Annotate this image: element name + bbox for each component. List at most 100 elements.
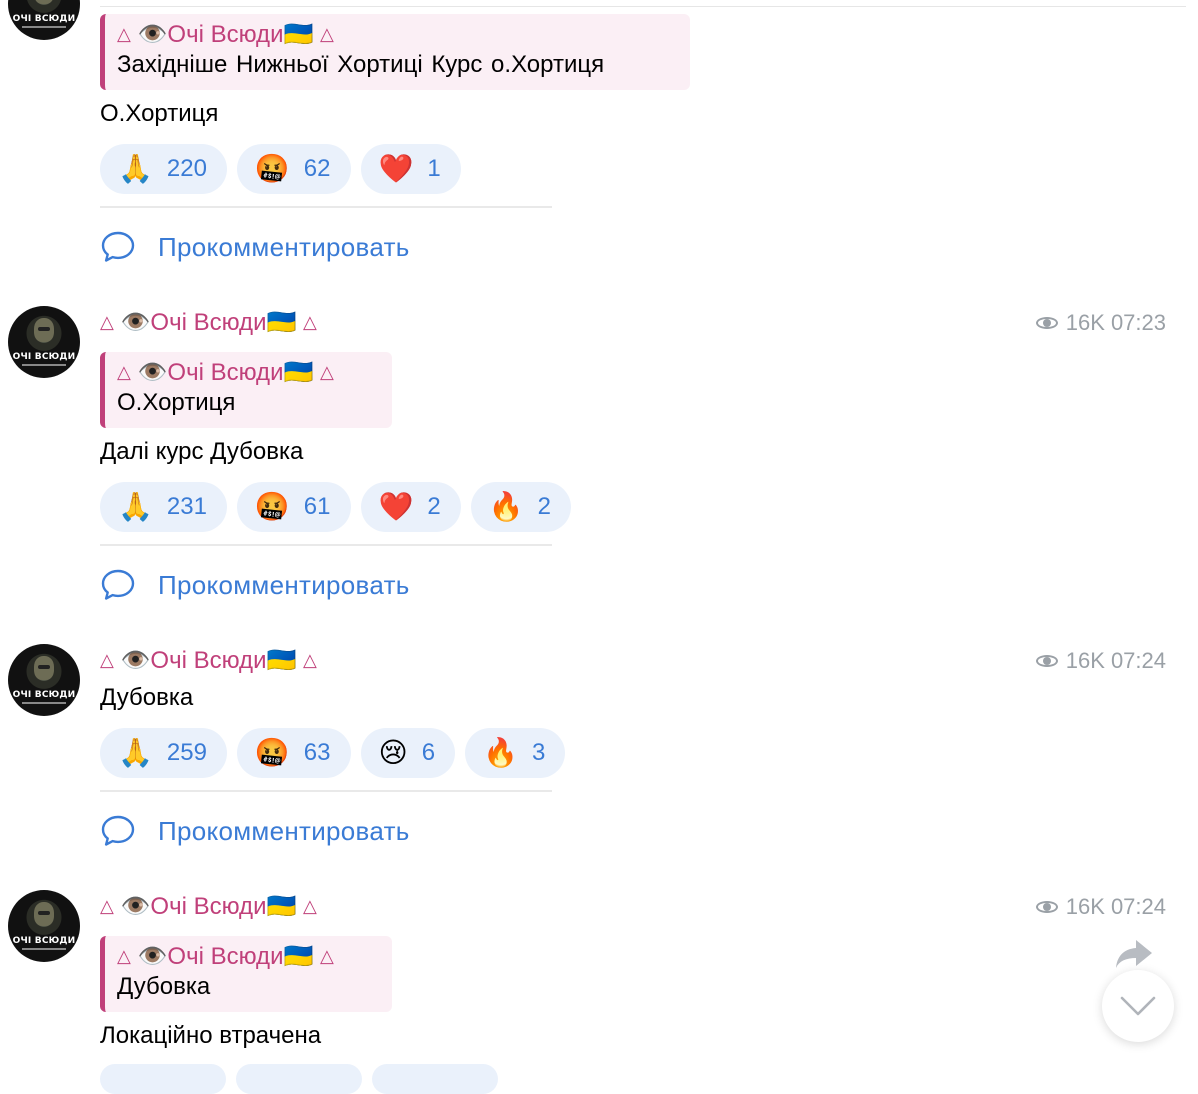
share-icon[interactable] [1114,938,1154,970]
triangle-icon: △ [320,24,334,44]
triangle-icon: △ [303,650,317,670]
eye-emoji-icon: 👁️ [137,21,168,48]
channel-avatar[interactable]: ОЧІ ВСЮДИ [8,0,80,40]
post-time: 07:23 [1110,310,1166,335]
channel-avatar[interactable]: ОЧІ ВСЮДИ [8,644,80,716]
avatar-label: ОЧІ ВСЮДИ [12,352,76,362]
avatar-label: ОЧІ ВСЮДИ [12,690,76,700]
scroll-down-button[interactable] [1102,970,1174,1042]
reaction-count: 63 [303,739,331,766]
quote-text: Західніше Нижньої Хортиці Курс о.Хортиця [117,51,605,78]
reaction-heart[interactable]: ❤️ 1 [360,144,461,194]
quote-author: △ 👁️ Очі Всюди 🇺🇦 △ [117,358,378,387]
triangle-icon: △ [117,24,131,44]
reply-quote[interactable]: △ 👁️ Очі Всюди 🇺🇦 △ Західніше Нижньої Хорт… [100,14,690,90]
quote-author-name: Очі Всюди [167,20,284,48]
view-count: 16K [1065,894,1105,919]
fire-emoji-icon: 🔥 [488,490,524,523]
reaction-heart[interactable]: ❤️ 2 [360,482,461,532]
avatar-figure-eyes [38,665,50,669]
pray-emoji-icon: 🙏 [118,152,153,185]
quote-author-name: Очі Всюди [167,942,284,970]
ukraine-flag-icon: 🇺🇦 [283,943,314,970]
triangle-icon: △ [100,896,114,916]
channel-avatar[interactable]: ОЧІ ВСЮДИ [8,306,80,378]
reaction-partial[interactable] [100,1064,226,1094]
reaction-fire[interactable]: 🔥 2 [470,482,571,532]
reactions-bar: 🙏 231 🤬 61 ❤️ 2 🔥 2 [100,482,571,532]
quote-text: О.Хортиця [117,389,236,416]
reaction-partial[interactable] [372,1064,498,1094]
heart-emoji-icon: ❤️ [378,490,414,523]
avatar-underline [22,364,66,366]
comment-label: Прокомментировать [158,231,410,262]
triangle-icon: △ [320,362,334,382]
author-name: Очі Всюди [150,646,267,674]
eye-emoji-icon: 👁️ [120,309,151,336]
message-text: Дубовка [100,684,194,711]
reaction-pray[interactable]: 🙏 220 [100,144,227,194]
reaction-pray[interactable]: 🙏 259 [100,728,227,778]
avatar-label: ОЧІ ВСЮДИ [12,14,76,24]
views-eye-icon [1035,315,1060,331]
post-author[interactable]: △ 👁️ Очі Всюди 🇺🇦 △ [100,308,317,337]
avatar-figure [34,0,54,4]
crying-face-emoji-icon: 😢 [378,736,408,769]
post-author[interactable]: △ 👁️ Очі Всюди 🇺🇦 △ [100,646,317,675]
reaction-count: 6 [421,739,436,766]
post-meta: 16K 07:23 [1035,310,1166,336]
reaction-cursing[interactable]: 🤬 63 [236,728,351,778]
reaction-fire[interactable]: 🔥 3 [465,728,566,778]
views-eye-icon [1035,899,1060,915]
triangle-icon: △ [100,312,114,332]
reactions-bar: 🙏 259 🤬 63 😢 6 🔥 3 [100,728,566,778]
reactions-bar: 🙏 220 🤬 62 ❤️ 1 [100,144,461,194]
quote-author: △ 👁️ Очі Всюди 🇺🇦 △ [117,942,378,971]
divider [100,790,552,792]
comment-button[interactable]: Прокомментировать [100,230,410,264]
reaction-count: 62 [303,155,331,182]
triangle-icon: △ [117,946,131,966]
avatar-label: ОЧІ ВСЮДИ [12,936,76,946]
reaction-cursing[interactable]: 🤬 61 [236,482,351,532]
reaction-pray[interactable]: 🙏 231 [100,482,227,532]
triangle-icon: △ [320,946,334,966]
author-name: Очі Всюди [150,308,267,336]
avatar-figure-eyes [38,327,50,331]
reaction-count: 259 [166,739,207,766]
post-time: 07:24 [1110,648,1166,673]
comment-button[interactable]: Прокомментировать [100,568,410,602]
post-author[interactable]: △ 👁️ Очі Всюди 🇺🇦 △ [100,892,317,921]
heart-emoji-icon: ❤️ [378,152,414,185]
view-count: 16K [1065,648,1105,673]
post-meta: 16K 07:24 [1035,894,1166,920]
eye-emoji-icon: 👁️ [120,647,151,674]
ukraine-flag-icon: 🇺🇦 [266,647,297,674]
quote-author: △ 👁️ Очі Всюди 🇺🇦 △ [117,20,676,49]
reaction-count: 231 [166,493,207,520]
ukraine-flag-icon: 🇺🇦 [283,21,314,48]
reaction-count: 2 [537,493,551,520]
cursing-face-emoji-icon: 🤬 [254,736,290,769]
comment-label: Прокомментировать [158,815,410,846]
channel-avatar[interactable]: ОЧІ ВСЮДИ [8,890,80,962]
views-eye-icon [1035,653,1060,669]
divider [100,544,552,546]
eye-emoji-icon: 👁️ [137,943,168,970]
reaction-partial[interactable] [236,1064,362,1094]
reply-quote[interactable]: △ 👁️ Очі Всюди 🇺🇦 △ Дубовка [100,936,392,1012]
quote-author-name: Очі Всюди [167,358,284,386]
reaction-cursing[interactable]: 🤬 62 [236,144,351,194]
top-divider [100,6,1186,7]
message-text: Локаційно втрачена [100,1022,322,1049]
post-meta: 16K 07:24 [1035,648,1166,674]
ukraine-flag-icon: 🇺🇦 [266,893,297,920]
triangle-icon: △ [303,312,317,332]
comment-button[interactable]: Прокомментировать [100,814,410,848]
reaction-count: 3 [531,739,546,766]
reaction-crying[interactable]: 😢 6 [360,728,456,778]
reaction-count: 61 [303,493,331,520]
pray-emoji-icon: 🙏 [118,490,153,523]
avatar-underline [22,26,66,28]
reply-quote[interactable]: △ 👁️ Очі Всюди 🇺🇦 △ О.Хортиця [100,352,392,428]
